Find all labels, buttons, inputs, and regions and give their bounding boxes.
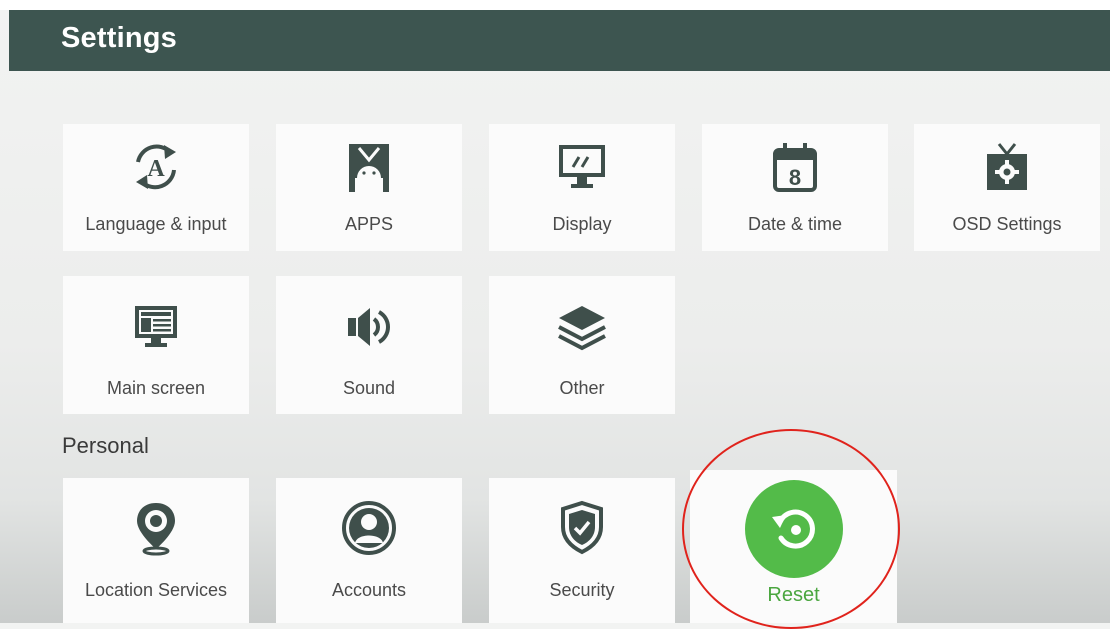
tile-label: Main screen <box>106 378 206 398</box>
speaker-icon <box>339 300 399 354</box>
tile-label: Other <box>559 378 605 398</box>
tile-sound[interactable]: Sound <box>276 276 462 414</box>
display-icon <box>552 140 612 194</box>
frame-edge <box>0 0 1110 10</box>
svg-text:A: A <box>147 156 165 182</box>
tile-label: Date & time <box>747 214 843 234</box>
tile-label: Location Services <box>84 580 228 600</box>
osd-icon <box>977 140 1037 194</box>
tile-apps[interactable]: APPS <box>276 124 462 251</box>
tile-label: APPS <box>344 214 394 234</box>
tile-label: Security <box>549 580 615 600</box>
shield-icon <box>552 498 612 558</box>
tile-location-services[interactable]: Location Services <box>63 478 249 623</box>
tile-date-time[interactable]: 8 Date & time <box>702 124 888 251</box>
layers-icon <box>552 300 612 354</box>
tile-security[interactable]: Security <box>489 478 675 623</box>
section-title-personal: Personal <box>62 433 149 458</box>
tile-display[interactable]: Display <box>489 124 675 251</box>
calendar-day-text: 8 <box>789 165 801 190</box>
tile-label: OSD Settings <box>952 214 1062 234</box>
calendar-icon: 8 <box>765 140 825 194</box>
tile-label: Display <box>552 214 612 234</box>
tile-label: Sound <box>342 378 396 398</box>
tile-reset[interactable]: Reset <box>690 470 897 623</box>
tile-label: Reset <box>767 584 820 606</box>
main-screen-icon <box>126 300 186 354</box>
header-bar: Settings <box>9 10 1110 71</box>
tile-language-input[interactable]: A Language & input <box>63 124 249 251</box>
tile-label: Accounts <box>331 580 407 600</box>
apps-icon <box>339 140 399 194</box>
tile-accounts[interactable]: Accounts <box>276 478 462 623</box>
page-title: Settings <box>61 22 177 54</box>
tile-osd-settings[interactable]: OSD Settings <box>914 124 1100 251</box>
tile-label: Language & input <box>85 214 227 234</box>
tile-main-screen[interactable]: Main screen <box>63 276 249 414</box>
language-icon: A <box>126 140 186 194</box>
tile-other[interactable]: Other <box>489 276 675 414</box>
reset-icon <box>745 480 843 578</box>
account-icon <box>339 498 399 558</box>
location-pin-icon <box>126 498 186 558</box>
